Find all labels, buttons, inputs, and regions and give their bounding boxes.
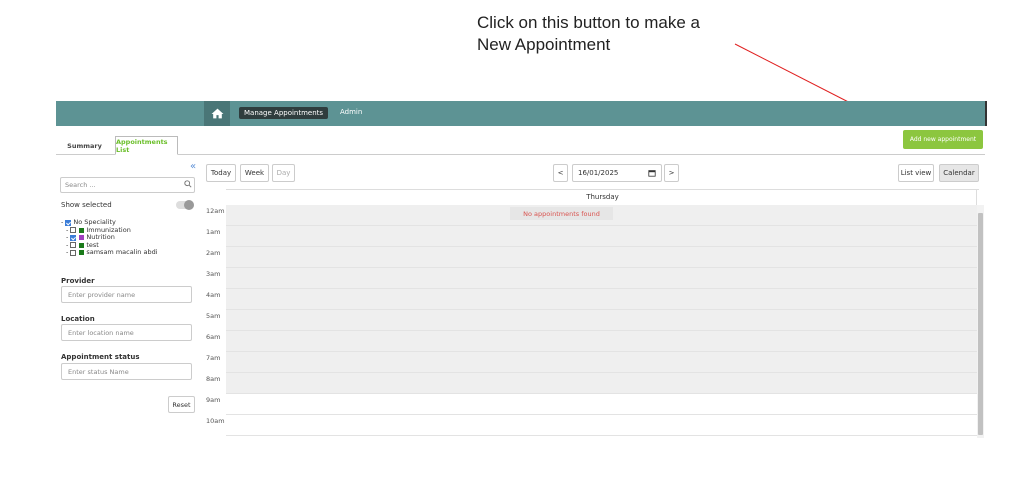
show-selected-toggle[interactable] [176,200,194,210]
time-slot[interactable] [226,268,977,289]
list-view-button[interactable]: List view [898,164,934,182]
time-slot[interactable] [226,331,977,352]
calendar-panel: Today Week Day < 16/01/2025 > List view … [203,155,985,438]
today-button[interactable]: Today [206,164,236,182]
checkbox-checked[interactable] [65,219,72,226]
checkbox[interactable] [70,242,77,249]
time-label: 1am [206,228,221,236]
provider-input[interactable]: Enter provider name [61,286,192,303]
nav-admin[interactable]: Admin [340,108,362,116]
color-swatch [79,242,85,248]
time-label: 12am [206,207,225,215]
color-swatch [79,250,85,256]
filter-sidebar: « Search ... Show selected - No Speciali… [56,155,201,415]
provider-label: Provider [61,277,95,285]
day-button[interactable]: Day [272,164,295,182]
time-label: 3am [206,270,221,278]
add-new-appointment-button[interactable]: Add new appointment [903,130,983,149]
color-swatch [79,227,85,233]
location-input[interactable]: Enter location name [61,324,192,341]
tabs-row: Summary Appointments List Add new appoin… [56,126,985,155]
time-label: 5am [206,312,221,320]
calendar-icon[interactable] [648,169,656,177]
time-label: 6am [206,333,221,341]
time-label: 8am [206,375,221,383]
time-label: 10am [206,417,225,425]
time-slot[interactable] [226,352,977,373]
time-label: 9am [206,396,221,404]
home-button[interactable] [204,101,230,126]
time-slot[interactable] [226,310,977,331]
tree-item-samsam[interactable]: - samsam macalin abdi [61,248,158,257]
tree-item-label: samsam macalin abdi [86,248,158,256]
appointment-status-label: Appointment status [61,353,140,361]
time-slot[interactable] [226,226,977,247]
header-divider [976,189,977,205]
annotation-text: Click on this button to make a New Appoi… [477,13,701,54]
tab-appointments-list[interactable]: Appointments List [115,136,178,155]
search-input[interactable]: Search ... [60,177,195,193]
date-value: 16/01/2025 [578,169,619,177]
speciality-tree: - No Speciality - Immunization - Nutriti… [61,218,158,257]
time-slot[interactable] [226,247,977,268]
checkbox-checked[interactable] [70,234,77,241]
scrollbar-thumb[interactable] [978,213,983,435]
nav-manage-appointments[interactable]: Manage Appointments [239,107,329,119]
week-button[interactable]: Week [240,164,269,182]
time-slot[interactable] [226,394,977,415]
checkbox[interactable] [70,227,77,234]
show-selected-label: Show selected [61,201,112,209]
time-label: 2am [206,249,221,257]
time-label: 7am [206,354,221,362]
home-icon [211,108,223,119]
window-edge [985,101,987,126]
time-slot[interactable] [226,415,977,436]
checkbox[interactable] [70,249,77,256]
no-appointments-message: No appointments found [510,207,613,220]
time-slot[interactable] [226,289,977,310]
location-label: Location [61,315,95,323]
next-date-button[interactable]: > [664,164,679,182]
appointment-status-input[interactable]: Enter status Name [61,363,192,380]
search-icon [184,180,192,188]
color-swatch [79,235,85,241]
tab-summary[interactable]: Summary [61,136,108,155]
reset-button[interactable]: Reset [168,396,195,413]
time-slot[interactable] [226,373,977,394]
top-navbar: Manage Appointments Admin [56,101,987,126]
time-grid: 12am 1am 2am 3am 4am 5am 6am 7am 8am 9am… [203,205,985,438]
prev-date-button[interactable]: < [553,164,568,182]
day-column-header: Thursday [226,189,979,205]
tree-prefix: - [66,248,69,256]
date-picker-input[interactable]: 16/01/2025 [572,164,662,182]
tree-prefix: - [61,218,64,226]
collapse-sidebar-icon[interactable]: « [190,161,196,172]
tree-item-nutrition[interactable]: - Nutrition [61,233,158,242]
calendar-view-button[interactable]: Calendar [939,164,979,182]
time-label: 4am [206,291,221,299]
